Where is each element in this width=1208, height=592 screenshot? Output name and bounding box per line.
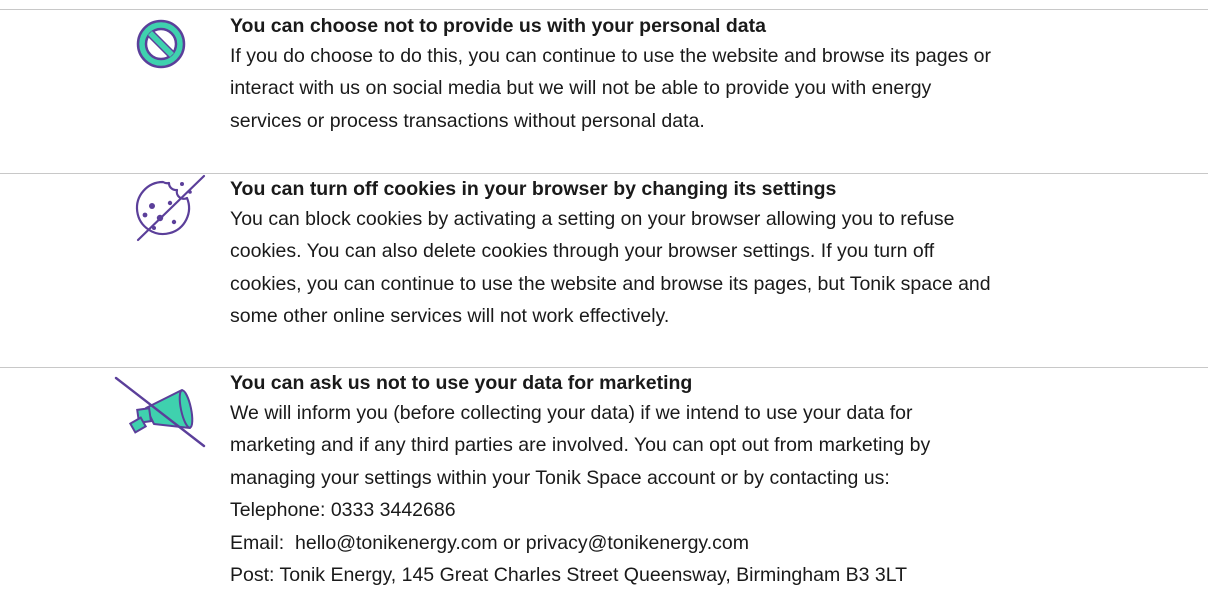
paragraph-line: We will inform you (before collecting yo… (230, 401, 913, 424)
section-heading: You can choose not to provide us with yo… (230, 15, 766, 37)
contact-email: Email: hello@tonikenergy.com or privacy@… (230, 531, 749, 554)
paragraph-line: marketing and if any third parties are i… (230, 434, 931, 456)
muted-megaphone-icon (112, 372, 212, 450)
contact-post: Post: Tonik Energy, 145 Great Charles St… (230, 564, 908, 586)
paragraph-line: services or process transactions without… (230, 109, 705, 132)
section-heading: You can ask us not to use your data for … (230, 372, 693, 394)
paragraph-line: managing your settings within your Tonik… (230, 466, 890, 489)
no-entry-icon (116, 10, 206, 80)
paragraph-line: cookies. You can also delete cookies thr… (230, 240, 935, 262)
paragraph-line: some other online services will not work… (230, 305, 670, 327)
paragraph-line: You can block cookies by activating a se… (230, 207, 955, 230)
section-text: You can ask us not to use your data for … (230, 370, 1198, 590)
crossed-out-cookie-icon (116, 170, 210, 244)
section-heading: You can turn off cookies in your browser… (230, 178, 837, 200)
section-text: You can turn off cookies in your browser… (230, 176, 1198, 331)
contact-telephone: Telephone: 0333 3442686 (230, 499, 456, 521)
paragraph-line: interact with us on social media but we … (230, 77, 932, 99)
section-divider (0, 367, 1208, 368)
paragraph-line: cookies, you can continue to use the web… (230, 272, 991, 295)
section-text: You can choose not to provide us with yo… (230, 13, 1198, 135)
paragraph-line: If you do choose to do this, you can con… (230, 44, 991, 67)
